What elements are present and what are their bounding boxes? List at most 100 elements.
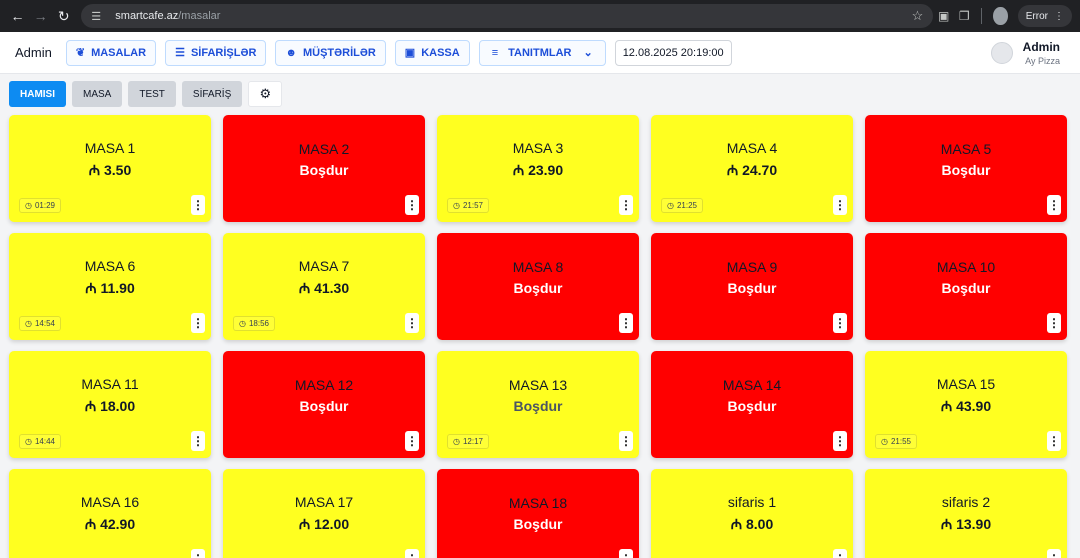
more-options-icon[interactable]: ⋮ xyxy=(619,195,633,215)
nav-kassa-button[interactable]: ▣ KASSA xyxy=(394,39,470,66)
table-name: MASA 16 xyxy=(80,493,140,510)
more-options-icon[interactable]: ⋮ xyxy=(833,195,847,215)
timer-value: 21:55 xyxy=(890,437,912,446)
table-card[interactable]: MASA 18 Boşdur ⋮ xyxy=(437,469,639,558)
nav-tanitmlar-dropdown[interactable]: ≡ TANITMLAR ⌄ xyxy=(478,39,606,66)
table-timer: ◷ 18:56 xyxy=(233,316,276,331)
user-name: Admin xyxy=(1022,39,1060,54)
chevron-down-icon: ⌄ xyxy=(583,47,593,59)
table-card[interactable]: MASA 17 ₼ 12.00 ⋮ xyxy=(223,469,425,558)
table-amount: ₼ 23.90 xyxy=(512,161,564,178)
table-card[interactable]: MASA 11 ₼ 18.00 ◷ 14:44 ⋮ xyxy=(9,351,211,458)
user-menu[interactable]: Admin Ay Pizza xyxy=(990,39,1060,66)
more-options-icon[interactable]: ⋮ xyxy=(1047,431,1061,451)
more-options-icon[interactable]: ⋮ xyxy=(191,313,205,333)
error-label: Error xyxy=(1025,10,1048,22)
clock-icon: ◷ xyxy=(25,201,32,210)
nav-label: SİFARİŞLƏR xyxy=(190,46,257,59)
table-name: MASA 14 xyxy=(722,377,782,393)
table-card[interactable]: MASA 4 ₼ 24.70 ◷ 21:25 ⋮ xyxy=(651,115,853,222)
filter-hamisi[interactable]: HAMISI xyxy=(9,81,66,107)
table-card[interactable]: MASA 9 Boşdur ⋮ xyxy=(651,233,853,340)
back-icon[interactable]: ← xyxy=(8,4,27,28)
error-button[interactable]: Error ⋮ xyxy=(1017,5,1072,27)
table-card[interactable]: MASA 16 ₼ 42.90 ⋮ xyxy=(9,469,211,558)
more-options-icon[interactable]: ⋮ xyxy=(1047,195,1061,215)
more-options-icon[interactable]: ⋮ xyxy=(191,549,205,558)
address-bar[interactable]: ☰ smartcafe.az/masalar ☆ xyxy=(81,4,934,28)
nav-label: KASSA xyxy=(421,46,460,59)
more-options-icon[interactable]: ⋮ xyxy=(405,431,419,451)
table-timer: ◷ 14:54 xyxy=(19,316,62,331)
user-avatar[interactable] xyxy=(990,41,1013,64)
table-name: MASA 11 xyxy=(81,375,139,392)
extension-icon[interactable]: ▣ xyxy=(933,4,954,28)
table-card[interactable]: MASA 5 Boşdur ⋮ xyxy=(865,115,1067,222)
table-card[interactable]: MASA 12 Boşdur ⋮ xyxy=(223,351,425,458)
table-card[interactable]: MASA 8 Boşdur ⋮ xyxy=(437,233,639,340)
table-name: MASA 17 xyxy=(294,493,354,510)
filter-test[interactable]: TEST xyxy=(128,81,176,107)
table-card[interactable]: MASA 13 Boşdur ◷ 12:17 ⋮ xyxy=(437,351,639,458)
utensils-icon: ❦ xyxy=(75,47,86,59)
table-card[interactable]: MASA 14 Boşdur ⋮ xyxy=(651,351,853,458)
user-icon: ☻ xyxy=(285,46,297,59)
clock-icon: ◷ xyxy=(453,201,460,210)
table-name: MASA 2 xyxy=(298,141,350,157)
table-card[interactable]: MASA 7 ₼ 41.30 ◷ 18:56 ⋮ xyxy=(223,233,425,340)
table-card[interactable]: MASA 6 ₼ 11.90 ◷ 14:54 ⋮ xyxy=(9,233,211,340)
table-card[interactable]: MASA 2 Boşdur ⋮ xyxy=(223,115,425,222)
table-name: sifaris 1 xyxy=(727,493,777,510)
more-options-icon[interactable]: ⋮ xyxy=(619,431,633,451)
filter-bar: HAMISI MASA TEST SİFARİŞ ⚙ xyxy=(0,74,1080,114)
puzzle-icon[interactable]: ❐ xyxy=(954,4,975,28)
more-options-icon[interactable]: ⋮ xyxy=(405,313,419,333)
nav-label: MÜŞTƏRİLƏR xyxy=(302,46,376,59)
timer-value: 21:25 xyxy=(676,201,698,210)
table-timer: ◷ 21:25 xyxy=(661,198,704,213)
more-options-icon[interactable]: ⋮ xyxy=(1047,313,1061,333)
settings-gear-icon[interactable]: ⚙ xyxy=(248,81,283,107)
table-name: MASA 1 xyxy=(84,139,136,156)
more-options-icon[interactable]: ⋮ xyxy=(405,549,419,558)
table-amount: Boşdur xyxy=(513,516,563,532)
table-amount: ₼ 12.00 xyxy=(298,515,350,532)
nav-label: TANITMLAR xyxy=(508,46,572,59)
more-options-icon[interactable]: ⋮ xyxy=(405,195,419,215)
table-amount: ₼ 11.90 xyxy=(85,279,135,296)
clock-icon: ◷ xyxy=(239,319,246,328)
table-card[interactable]: sifaris 2 ₼ 13.90 ⋮ xyxy=(865,469,1067,558)
nav-masalar-button[interactable]: ❦ MASALAR xyxy=(65,39,157,66)
table-amount: Boşdur xyxy=(513,398,563,414)
table-timer: ◷ 21:57 xyxy=(447,198,490,213)
table-card[interactable]: sifaris 1 ₼ 8.00 ⋮ xyxy=(651,469,853,558)
forward-icon[interactable]: → xyxy=(31,4,50,28)
more-options-icon[interactable]: ⋮ xyxy=(619,549,633,558)
table-name: MASA 6 xyxy=(84,257,136,274)
more-options-icon[interactable]: ⋮ xyxy=(1047,549,1061,558)
table-card[interactable]: MASA 3 ₼ 23.90 ◷ 21:57 ⋮ xyxy=(437,115,639,222)
table-amount: Boşdur xyxy=(941,162,991,178)
nav-sifarisler-button[interactable]: ☰ SİFARİŞLƏR xyxy=(165,39,267,66)
timer-value: 14:54 xyxy=(34,319,56,328)
more-options-icon[interactable]: ⋮ xyxy=(191,431,205,451)
more-options-icon[interactable]: ⋮ xyxy=(833,549,847,558)
burger-icon: ☰ xyxy=(175,47,185,59)
filter-sifaris[interactable]: SİFARİŞ xyxy=(181,81,243,107)
toolbar-divider xyxy=(980,8,982,24)
more-options-icon[interactable]: ⋮ xyxy=(191,195,205,215)
filter-masa[interactable]: MASA xyxy=(72,81,123,107)
profile-avatar-icon[interactable] xyxy=(993,7,1008,25)
more-options-icon[interactable]: ⋮ xyxy=(619,313,633,333)
more-options-icon[interactable]: ⋮ xyxy=(833,431,847,451)
more-options-icon[interactable]: ⋮ xyxy=(833,313,847,333)
table-name: MASA 12 xyxy=(294,377,354,393)
nav-musteriler-button[interactable]: ☻ MÜŞTƏRİLƏR xyxy=(275,39,386,66)
table-card[interactable]: MASA 15 ₼ 43.90 ◷ 21:55 ⋮ xyxy=(865,351,1067,458)
table-card[interactable]: MASA 10 Boşdur ⋮ xyxy=(865,233,1067,340)
site-info-icon[interactable]: ☰ xyxy=(91,10,107,23)
table-amount: ₼ 8.00 xyxy=(730,515,774,532)
reload-icon[interactable]: ↻ xyxy=(54,4,73,28)
table-card[interactable]: MASA 1 ₼ 3.50 ◷ 01:29 ⋮ xyxy=(9,115,211,222)
bookmark-star-icon[interactable]: ☆ xyxy=(912,8,924,24)
